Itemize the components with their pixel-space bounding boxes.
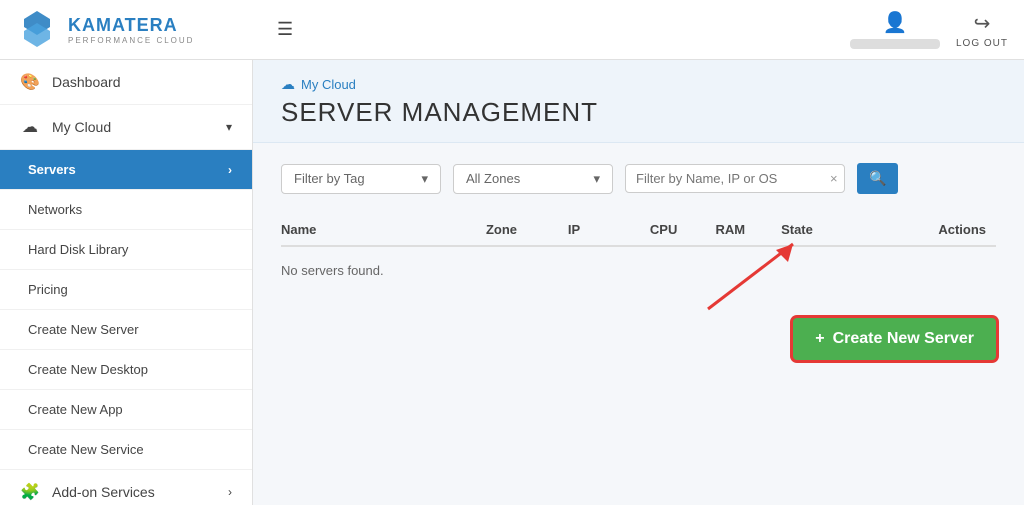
logout-label: LOG OUT <box>956 38 1008 49</box>
logo-name: KAMATERA <box>68 15 194 36</box>
content-header: ☁ My Cloud SERVER MANAGEMENT <box>253 60 1024 143</box>
arrow-right-icon: › <box>228 163 232 177</box>
sidebar-item-networks[interactable]: Networks <box>0 190 252 230</box>
sidebar-item-add-on-services[interactable]: 🧩 Add-on Services › <box>0 470 252 505</box>
page-title: SERVER MANAGEMENT <box>281 97 996 128</box>
sidebar-item-hard-disk-library[interactable]: Hard Disk Library <box>0 230 252 270</box>
logo-area: KAMATERA PERFORMANCE CLOUD <box>16 9 269 51</box>
create-new-server-button[interactable]: + Create New Server <box>793 318 996 360</box>
sidebar-item-servers[interactable]: Servers › <box>0 150 252 190</box>
col-header-ip: IP <box>568 222 650 237</box>
content-area: ☁ My Cloud SERVER MANAGEMENT Filter by T… <box>253 60 1024 505</box>
sidebar-item-create-new-service-label: Create New Service <box>28 442 144 457</box>
col-header-actions: Actions <box>863 222 996 237</box>
clear-filter-icon[interactable]: × <box>822 165 845 192</box>
sidebar-item-create-new-server[interactable]: Create New Server <box>0 310 252 350</box>
sidebar-item-create-new-app-label: Create New App <box>28 402 123 417</box>
user-icon-wrap: 👤 <box>850 10 940 49</box>
sidebar-item-my-cloud-label: My Cloud <box>52 119 111 135</box>
logo-sub: PERFORMANCE CLOUD <box>68 36 194 45</box>
col-header-name: Name <box>281 222 486 237</box>
sidebar-item-networks-label: Networks <box>28 202 82 217</box>
no-servers-message: No servers found. <box>281 263 996 278</box>
search-button[interactable]: 🔍 <box>857 163 898 194</box>
sidebar-item-add-on-services-label: Add-on Services <box>52 484 155 500</box>
logo-text: KAMATERA PERFORMANCE CLOUD <box>68 15 194 45</box>
sidebar-item-my-cloud[interactable]: ☁ My Cloud ▾ <box>0 105 252 150</box>
create-server-label: Create New Server <box>833 330 974 348</box>
bottom-area: + Create New Server <box>281 318 996 370</box>
sidebar-item-create-new-app[interactable]: Create New App <box>0 390 252 430</box>
main-layout: 🎨 Dashboard ☁ My Cloud ▾ Servers › Netwo… <box>0 60 1024 505</box>
breadcrumb-cloud-icon: ☁ <box>281 76 295 93</box>
create-server-plus-icon: + <box>815 330 824 348</box>
hamburger-button[interactable]: ☰ <box>269 15 301 44</box>
logo-icon <box>16 9 58 51</box>
zone-filter-select[interactable]: All Zones ▾ <box>453 164 613 194</box>
sidebar-item-dashboard-label: Dashboard <box>52 74 121 90</box>
header-user-area: 👤 ↪ LOG OUT <box>850 10 1008 49</box>
sidebar-item-create-new-desktop-label: Create New Desktop <box>28 362 148 377</box>
name-ip-os-input[interactable] <box>626 165 822 192</box>
chevron-right-icon: › <box>228 485 232 499</box>
sidebar-item-create-new-desktop[interactable]: Create New Desktop <box>0 350 252 390</box>
sidebar-item-servers-label: Servers <box>28 162 76 177</box>
user-icon: 👤 <box>883 10 908 35</box>
name-ip-os-filter-wrap: × <box>625 164 845 193</box>
logout-button[interactable]: ↪ LOG OUT <box>956 11 1008 49</box>
logout-icon: ↪ <box>974 11 991 36</box>
zone-filter-label: All Zones <box>466 171 520 186</box>
dashboard-icon: 🎨 <box>20 72 40 92</box>
sidebar: 🎨 Dashboard ☁ My Cloud ▾ Servers › Netwo… <box>0 60 253 505</box>
breadcrumb: ☁ My Cloud <box>281 76 996 93</box>
content-body: Filter by Tag ▾ All Zones ▾ × 🔍 Name Zon… <box>253 143 1024 505</box>
user-bar <box>850 39 940 49</box>
breadcrumb-label: My Cloud <box>301 77 356 92</box>
table-header: Name Zone IP CPU RAM State Actions <box>281 214 996 247</box>
tag-filter-chevron: ▾ <box>421 171 428 187</box>
sidebar-item-dashboard[interactable]: 🎨 Dashboard <box>0 60 252 105</box>
sidebar-item-pricing-label: Pricing <box>28 282 68 297</box>
sidebar-item-hard-disk-library-label: Hard Disk Library <box>28 242 128 257</box>
tag-filter-label: Filter by Tag <box>294 171 365 186</box>
sidebar-item-pricing[interactable]: Pricing <box>0 270 252 310</box>
sidebar-item-create-new-server-label: Create New Server <box>28 322 139 337</box>
tag-filter-select[interactable]: Filter by Tag ▾ <box>281 164 441 194</box>
chevron-down-icon: ▾ <box>226 120 232 134</box>
sidebar-item-create-new-service[interactable]: Create New Service <box>0 430 252 470</box>
cloud-icon: ☁ <box>20 117 40 137</box>
col-header-zone: Zone <box>486 222 568 237</box>
top-header: KAMATERA PERFORMANCE CLOUD ☰ 👤 ↪ LOG OUT <box>0 0 1024 60</box>
puzzle-icon: 🧩 <box>20 482 40 502</box>
filters-row: Filter by Tag ▾ All Zones ▾ × 🔍 <box>281 163 996 194</box>
zone-filter-chevron: ▾ <box>593 171 600 187</box>
red-arrow <box>698 234 818 314</box>
